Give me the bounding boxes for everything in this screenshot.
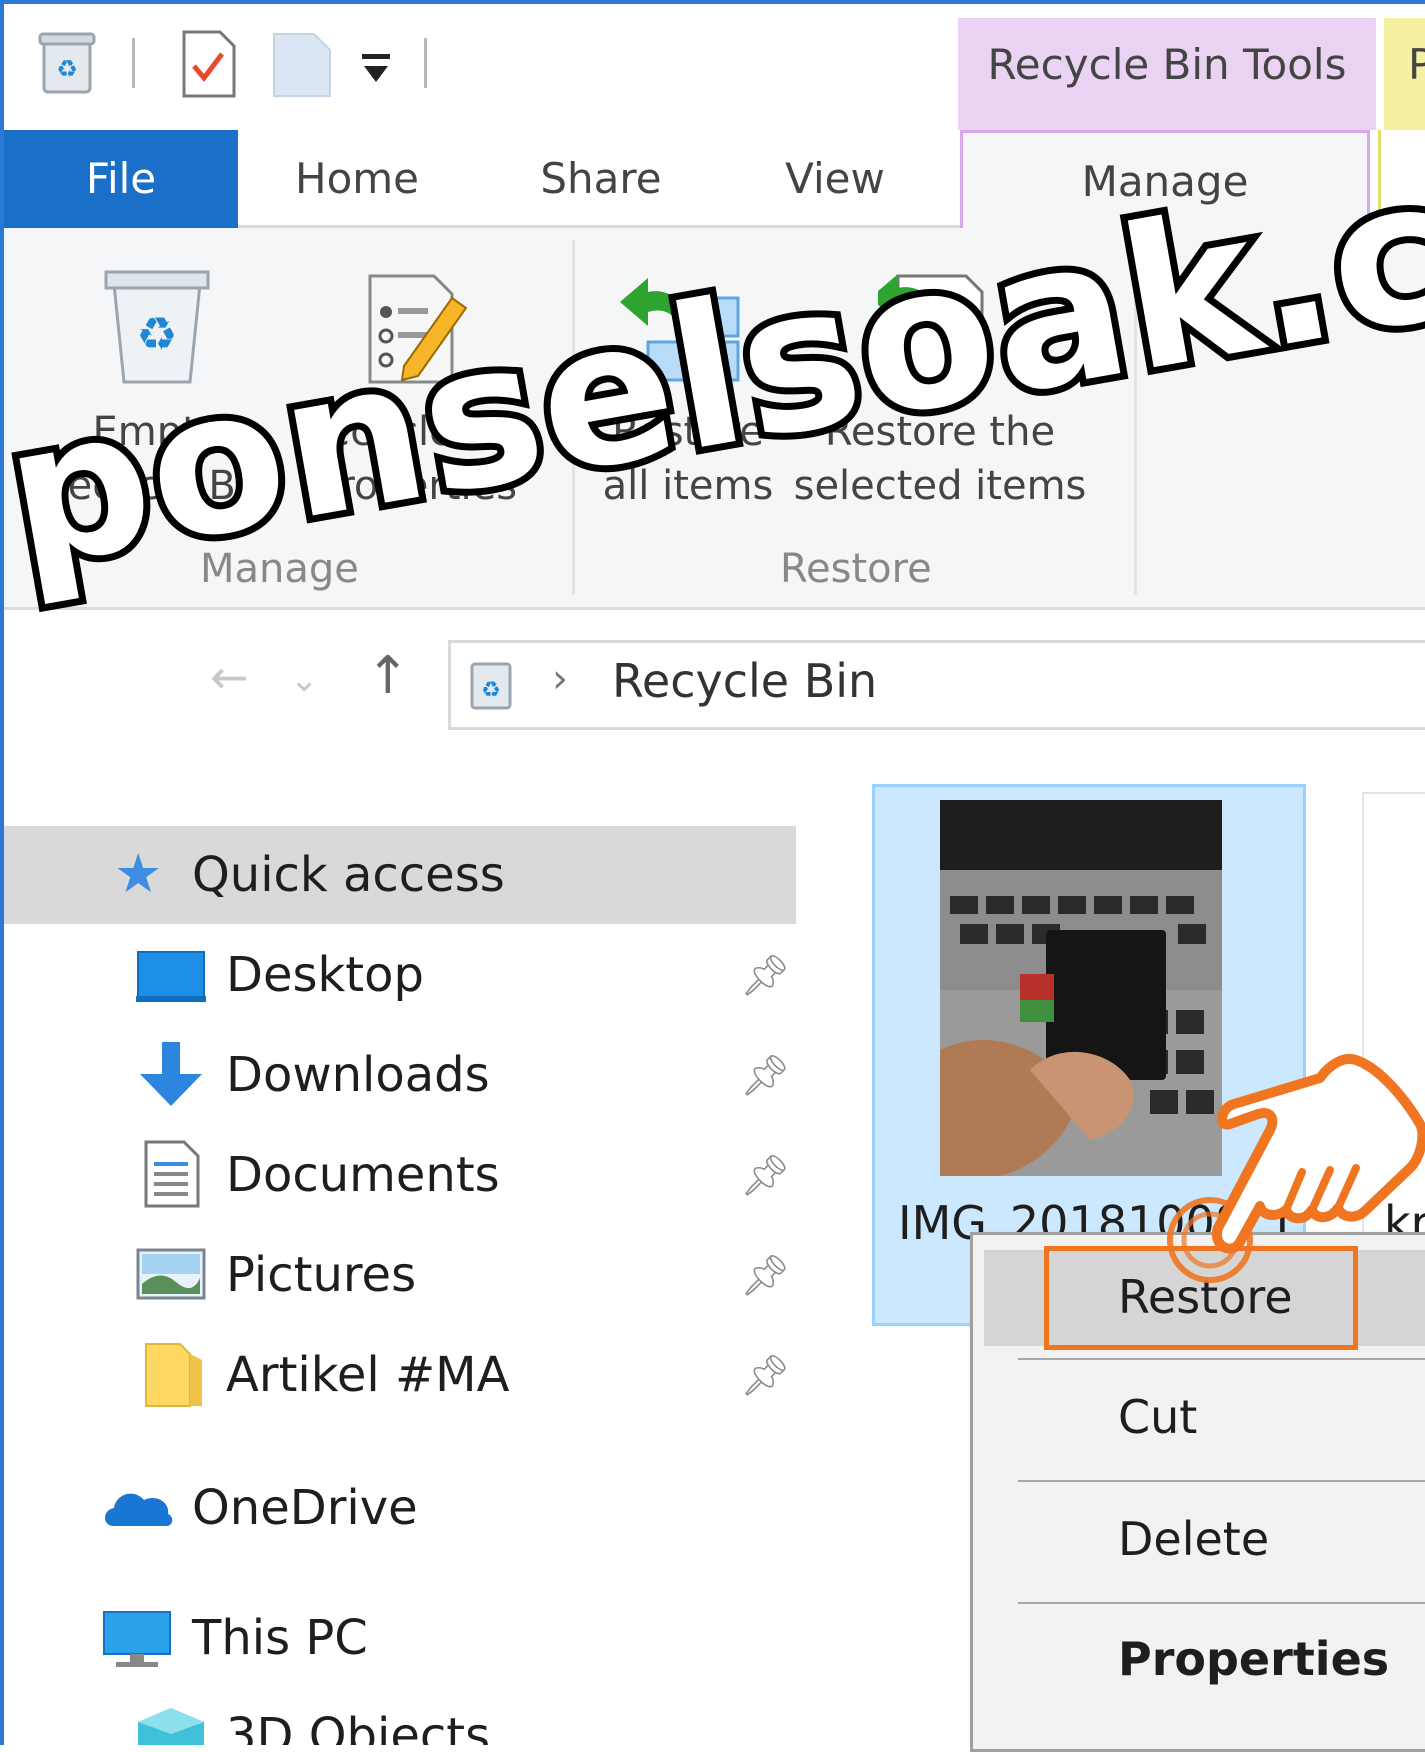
customize-dropdown-icon[interactable] — [358, 52, 394, 86]
tab-view[interactable]: View — [740, 130, 930, 228]
nav-item-downloads[interactable]: Downloads — [226, 1045, 490, 1105]
address-recycle-bin-icon: ♻ — [470, 662, 512, 710]
pointing-hand-icon — [1167, 1054, 1425, 1283]
pin-icon[interactable]: 📌︎ — [740, 1052, 791, 1099]
svg-text:♻: ♻ — [56, 55, 78, 83]
context-menu-separator — [1018, 1480, 1425, 1482]
properties-check-icon[interactable] — [180, 30, 238, 100]
this-pc-icon — [103, 1611, 171, 1667]
svg-text:♻: ♻ — [481, 678, 501, 703]
group-label-restore: Restore — [780, 546, 932, 592]
context-menu-cut[interactable]: Cut — [1118, 1390, 1197, 1444]
context-menu-separator — [1018, 1602, 1425, 1604]
nav-item-3d-objects[interactable]: 3D Objects — [226, 1706, 490, 1745]
nav-item-pictures[interactable]: Pictures — [226, 1245, 416, 1305]
address-bar[interactable] — [448, 640, 1425, 730]
up-arrow-icon[interactable]: ↑ — [366, 646, 410, 706]
context-menu-delete[interactable]: Delete — [1118, 1512, 1269, 1566]
second-contextual-title: P — [1408, 40, 1425, 89]
svg-text:♻: ♻ — [136, 307, 177, 361]
back-arrow-icon[interactable]: ← — [210, 650, 249, 704]
pin-icon[interactable]: 📌︎ — [740, 1152, 791, 1199]
folder-icon — [145, 1343, 202, 1407]
address-location[interactable]: Recycle Bin — [612, 654, 877, 708]
contextual-tab-title: Recycle Bin Tools — [987, 40, 1347, 89]
pictures-icon — [136, 1248, 206, 1300]
desktop-icon — [136, 951, 206, 1002]
onedrive-icon — [105, 1493, 173, 1526]
pin-icon[interactable]: 📌︎ — [740, 952, 791, 999]
context-menu-properties[interactable]: Properties — [1118, 1632, 1389, 1686]
downloads-icon — [140, 1042, 202, 1106]
nav-item-this-pc[interactable]: This PC — [192, 1608, 368, 1668]
nav-item-onedrive[interactable]: OneDrive — [192, 1478, 418, 1538]
qat-separator — [424, 38, 427, 88]
address-chevron-icon[interactable]: › — [552, 656, 568, 702]
tab-file[interactable]: File — [4, 130, 238, 228]
tab-home[interactable]: Home — [262, 130, 452, 228]
pin-icon[interactable]: 📌︎ — [740, 1252, 791, 1299]
recycle-bin-icon[interactable]: ♻ — [38, 30, 96, 96]
tab-share[interactable]: Share — [496, 130, 706, 228]
pin-icon[interactable]: 📌︎ — [740, 1352, 791, 1399]
quick-access-label[interactable]: Quick access — [192, 845, 505, 905]
nav-item-documents[interactable]: Documents — [226, 1145, 500, 1205]
documents-icon — [144, 1140, 200, 1208]
nav-item-desktop[interactable]: Desktop — [226, 945, 424, 1005]
new-folder-icon[interactable] — [270, 30, 334, 100]
qat-separator — [132, 38, 135, 88]
3d-objects-icon — [138, 1708, 204, 1745]
quick-access-star-icon: ★ — [114, 842, 163, 905]
recent-locations-icon[interactable]: ⌄ — [290, 660, 319, 700]
context-menu-separator — [1018, 1358, 1425, 1360]
nav-item-artikel-ma[interactable]: Artikel #MA — [226, 1345, 509, 1405]
